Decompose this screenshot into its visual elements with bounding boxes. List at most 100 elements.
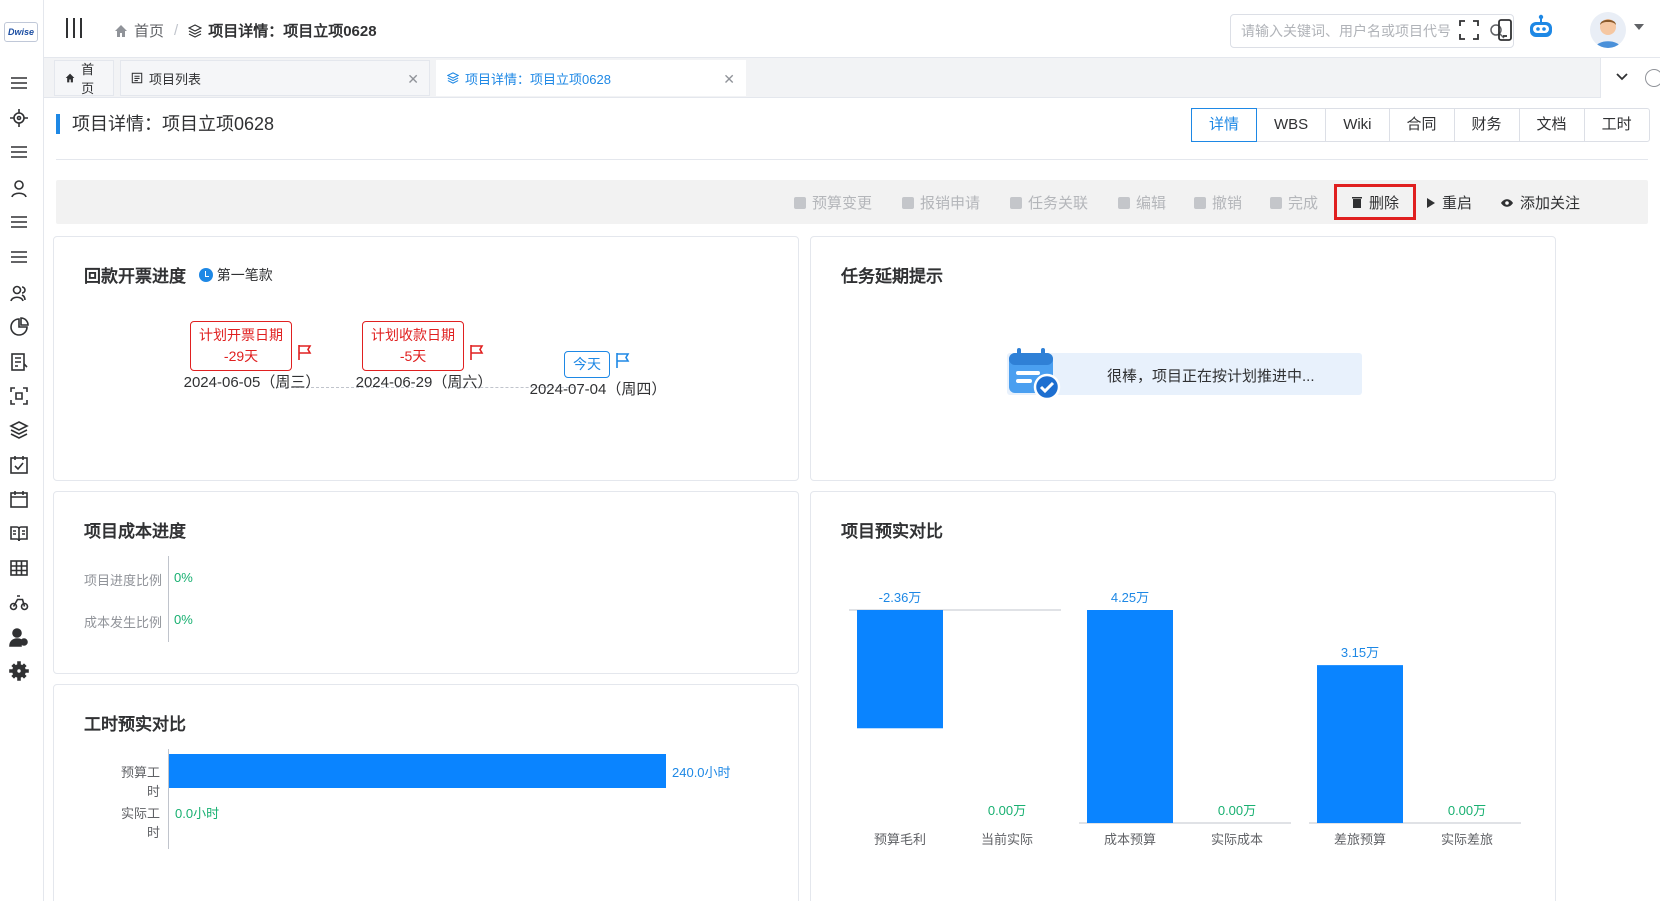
scan-icon[interactable] bbox=[8, 385, 30, 407]
complete-label: 完成 bbox=[1288, 195, 1319, 212]
revoke-label: 撤销 bbox=[1212, 195, 1243, 212]
blue-flag-icon bbox=[616, 353, 630, 368]
close-icon[interactable]: ✕ bbox=[407, 71, 419, 88]
milestone-date: 2024-06-05（周三） bbox=[183, 374, 321, 391]
close-all-icon[interactable] bbox=[1645, 69, 1660, 87]
red-flag-icon bbox=[470, 345, 484, 360]
user-avatar[interactable] bbox=[1590, 12, 1626, 48]
gear-icon[interactable] bbox=[8, 660, 30, 682]
user-menu-caret-icon[interactable] bbox=[1634, 24, 1644, 30]
tab-home[interactable]: 首页 bbox=[54, 60, 114, 96]
report-icon[interactable] bbox=[8, 351, 30, 373]
breadcrumb-home[interactable]: 首页 bbox=[114, 20, 164, 41]
list-icon[interactable] bbox=[8, 141, 30, 163]
layers-icon bbox=[447, 72, 459, 84]
status-message: 很棒，项目正在按计划推进中... bbox=[1107, 368, 1315, 385]
user-settings-icon[interactable] bbox=[8, 626, 30, 648]
hours-bar-value: 0.0小时 bbox=[175, 806, 220, 821]
milestone-label: 今天 bbox=[573, 356, 602, 372]
link-icon bbox=[1010, 196, 1022, 209]
restart-button[interactable]: 重启 bbox=[1426, 192, 1472, 213]
bike-icon[interactable] bbox=[8, 591, 30, 613]
hours-row-label: 预算工时 bbox=[120, 765, 160, 799]
chart-category-label: 实际成本 bbox=[1211, 832, 1263, 847]
list-icon[interactable] bbox=[8, 211, 30, 233]
follow-button[interactable]: 添加关注 bbox=[1500, 192, 1580, 213]
payment-progress-card: 回款开票进度 第一笔款 计划开票日期 -29天 2024-06-05（周三） 计… bbox=[53, 236, 799, 481]
budget-change-button[interactable]: 预算变更 bbox=[794, 192, 872, 213]
chart-category-label: 预算毛利 bbox=[874, 832, 926, 847]
play-icon bbox=[1427, 197, 1435, 208]
delete-button[interactable]: 删除 bbox=[1334, 184, 1417, 220]
book-icon[interactable] bbox=[8, 522, 30, 544]
assistant-robot-icon[interactable] bbox=[1528, 14, 1554, 42]
menu-icon[interactable] bbox=[8, 72, 30, 94]
tab-project-list[interactable]: 项目列表 ✕ bbox=[120, 60, 430, 96]
edit-label: 编辑 bbox=[1136, 195, 1167, 212]
locate-icon[interactable] bbox=[8, 107, 30, 129]
milestone-date: 2024-07-04（周四） bbox=[529, 381, 667, 398]
main-content: 项目详情：项目立项0628 详情 WBS Wiki 合同 财务 文档 工时 预算… bbox=[44, 98, 1660, 901]
home-icon bbox=[65, 73, 75, 83]
budget-compare-chart: -2.36万预算毛利 0.00万当前实际 4.25万成本预算 0.00万实际成本 3.1… bbox=[849, 590, 1521, 847]
tab-contract[interactable]: 合同 bbox=[1390, 109, 1455, 141]
cost-progress-card: 项目成本进度 项目进度比例 0% 成本发生比例 0% bbox=[53, 491, 799, 674]
edit-button[interactable]: 编辑 bbox=[1118, 192, 1166, 213]
follow-label: 添加关注 bbox=[1520, 195, 1581, 212]
collapse-menu-icon[interactable] bbox=[66, 18, 86, 40]
budget-change-label: 预算变更 bbox=[812, 195, 873, 212]
milestone-date: 2024-06-29（周六） bbox=[355, 374, 493, 391]
fullscreen-icon[interactable] bbox=[1458, 19, 1480, 41]
reimburse-button[interactable]: 报销申请 bbox=[902, 192, 980, 213]
milestone-collection-date: 计划收款日期 -5天 2024-06-29（周六） bbox=[344, 321, 504, 392]
tab-project-detail[interactable]: 项目详情：项目立项0628 ✕ bbox=[436, 60, 746, 96]
chart-category-label: 实际差旅 bbox=[1441, 832, 1493, 847]
progress-row-value: 0% bbox=[174, 570, 193, 585]
restart-label: 重启 bbox=[1442, 195, 1473, 212]
milestone-badge: 计划开票日期 -29天 bbox=[190, 321, 293, 371]
chart-bar bbox=[1087, 610, 1173, 823]
milestone-today: 今天 2024-07-04（周四） bbox=[518, 343, 678, 399]
page-title: 项目详情：项目立项0628 bbox=[56, 114, 274, 134]
chart-data-label: -2.36万 bbox=[879, 590, 922, 605]
list-icon[interactable] bbox=[8, 246, 30, 268]
milestone-label: 计划收款日期 bbox=[371, 327, 456, 343]
milestone-badge: 今天 bbox=[564, 351, 611, 378]
work-hours-card: 工时预实对比 预算工时 240.0小时 实际工时 0.0小时 bbox=[53, 684, 799, 901]
layers-icon[interactable] bbox=[8, 419, 30, 441]
milestone-delta: -5天 bbox=[399, 348, 427, 364]
tab-finance[interactable]: 财务 bbox=[1455, 109, 1520, 141]
tab-wbs[interactable]: WBS bbox=[1257, 109, 1327, 141]
chevron-down-icon[interactable] bbox=[1615, 70, 1629, 84]
progress-axis bbox=[168, 556, 169, 642]
tab-detail[interactable]: 详情 bbox=[1191, 108, 1258, 142]
hours-bar-budget bbox=[169, 754, 666, 788]
checkbox-icon bbox=[1270, 196, 1282, 209]
tab-wiki[interactable]: Wiki bbox=[1326, 109, 1390, 141]
breadcrumb-current-label: 项目详情：项目立项0628 bbox=[208, 23, 377, 40]
task-link-button[interactable]: 任务关联 bbox=[1010, 192, 1088, 213]
tab-documents[interactable]: 文档 bbox=[1520, 109, 1585, 141]
task-delay-card: 任务延期提示 很棒，项目正在按计划推进中... bbox=[810, 236, 1556, 481]
tab-work-hours[interactable]: 工时 bbox=[1585, 109, 1649, 141]
budget-compare-card: 项目预实对比 -2.36万 预算毛利 0.00万 当前实际 4.25万 成本预算 0.00万… bbox=[810, 491, 1556, 901]
search-input[interactable] bbox=[1231, 15, 1471, 47]
home-icon bbox=[115, 24, 127, 37]
revoke-button[interactable]: 撤销 bbox=[1194, 192, 1242, 213]
complete-button[interactable]: 完成 bbox=[1270, 192, 1318, 213]
grid-icon[interactable] bbox=[8, 557, 30, 579]
layers-icon bbox=[188, 23, 203, 38]
hours-row-label: 实际工时 bbox=[120, 806, 160, 840]
close-icon[interactable]: ✕ bbox=[723, 71, 735, 88]
installment-tag[interactable]: 第一笔款 bbox=[198, 265, 273, 285]
user-icon[interactable] bbox=[8, 177, 30, 199]
calendar-icon[interactable] bbox=[8, 488, 30, 510]
chart-category-label: 差旅预算 bbox=[1334, 832, 1386, 847]
pie-chart-icon[interactable] bbox=[8, 316, 30, 338]
users-icon[interactable] bbox=[8, 282, 30, 304]
tab-home-label: 首页 bbox=[81, 62, 95, 96]
mobile-icon[interactable] bbox=[1494, 19, 1516, 41]
checklist-icon[interactable] bbox=[8, 454, 30, 476]
budget-icon bbox=[794, 196, 806, 209]
task-link-label: 任务关联 bbox=[1028, 195, 1089, 212]
